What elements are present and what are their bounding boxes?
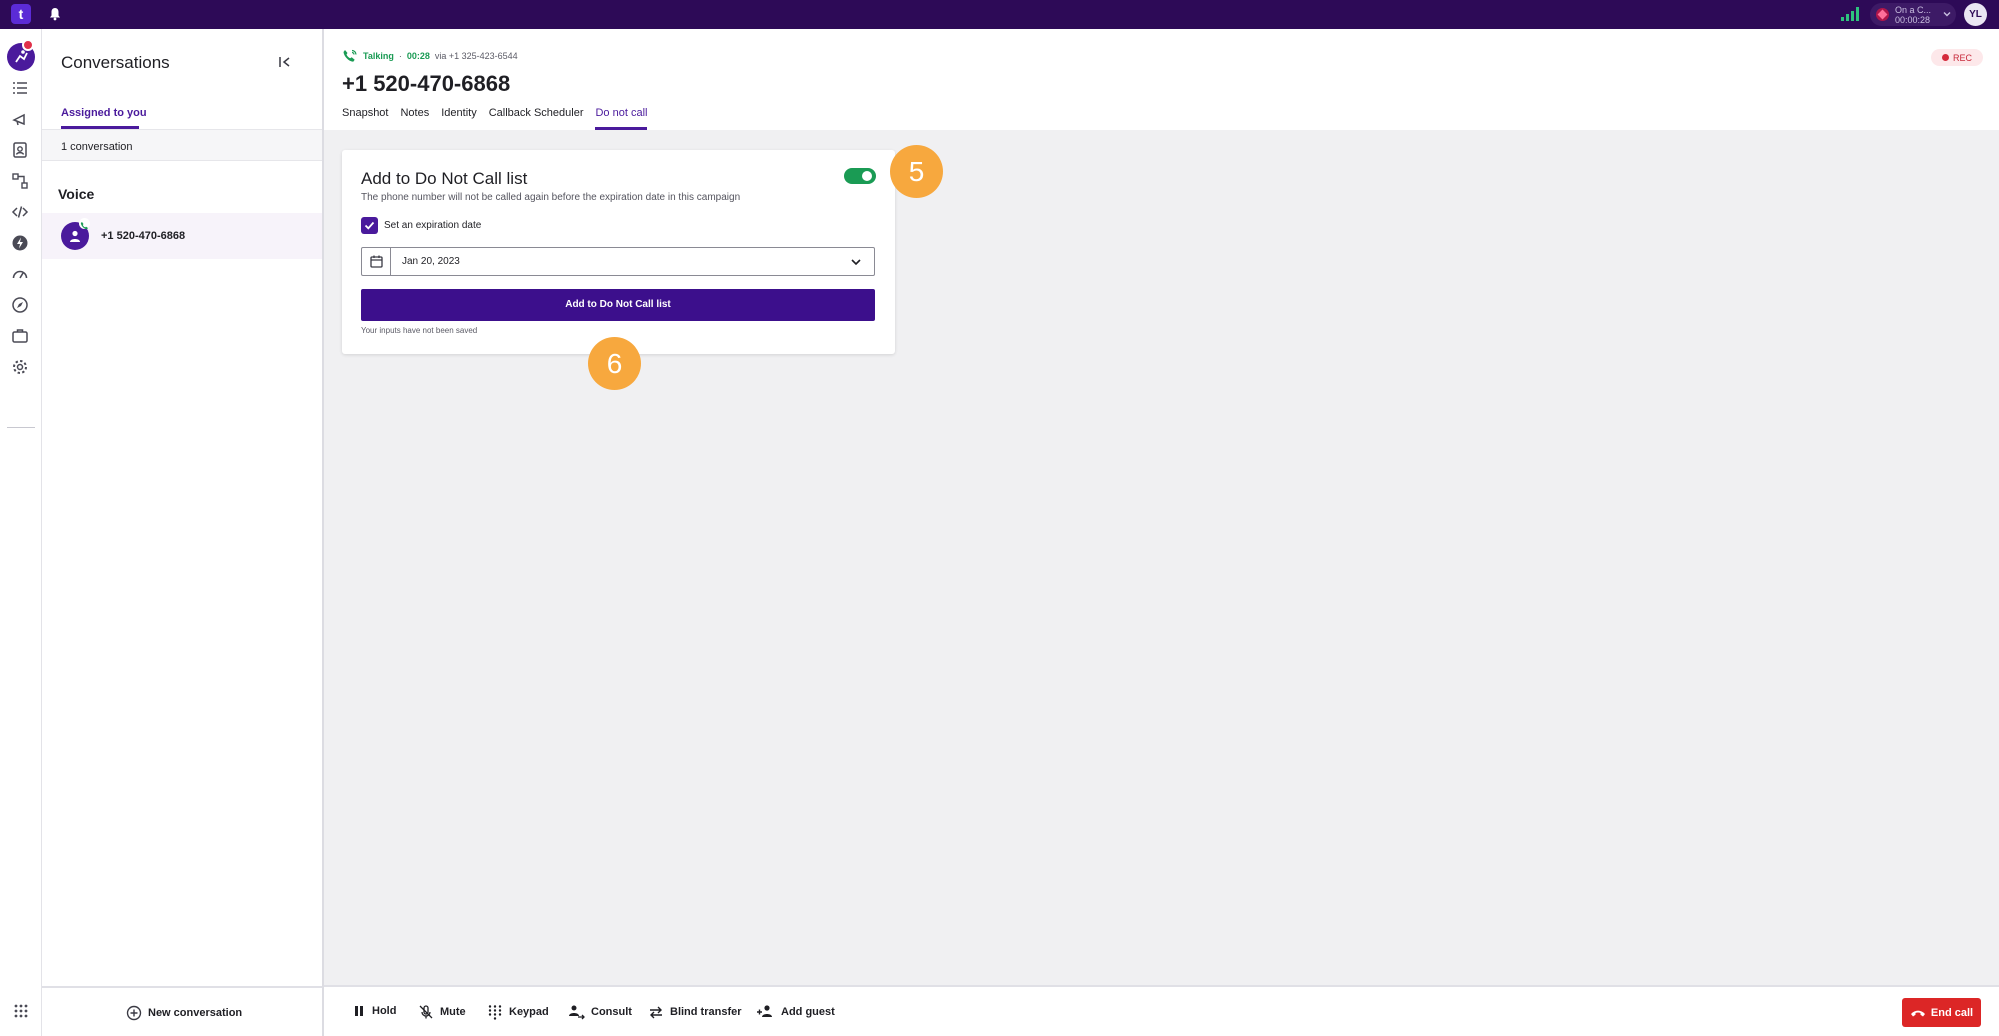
keypad-button[interactable]: Keypad — [487, 1004, 549, 1020]
section-heading-voice: Voice — [58, 186, 95, 202]
consult-icon — [569, 1005, 585, 1020]
expiration-date-picker[interactable]: Jan 20, 2023 — [361, 247, 875, 276]
call-status-row: Talking · 00:28 via +1 325-423-6544 — [342, 49, 518, 63]
calendar-icon — [370, 255, 383, 268]
call-via-number: via +1 325-423-6544 — [434, 51, 518, 61]
add-guest-icon — [757, 1005, 772, 1017]
compass-icon[interactable] — [11, 296, 29, 314]
code-icon[interactable] — [11, 203, 29, 221]
left-nav-rail — [0, 29, 42, 1036]
unsaved-note: Your inputs have not been saved — [361, 326, 478, 335]
chevron-down-icon — [1943, 12, 1951, 17]
mute-label: Mute — [440, 1006, 466, 1018]
status-indicator-icon — [1876, 8, 1889, 21]
panel-footer: New conversation — [42, 986, 322, 1036]
checkbox-label: Set an expiration date — [384, 220, 482, 231]
panel-title: Conversations — [61, 53, 170, 72]
person-icon — [70, 230, 80, 242]
tab-callback-scheduler[interactable]: Callback Scheduler — [489, 107, 584, 130]
conversation-count: 1 conversation — [61, 141, 133, 153]
blind-transfer-button[interactable]: Blind transfer — [648, 1004, 742, 1020]
card-description: The phone number will not be called agai… — [361, 192, 741, 203]
rail-divider — [7, 427, 35, 428]
campaign-icon[interactable] — [11, 110, 29, 128]
mic-off-icon — [419, 1005, 433, 1019]
date-value: Jan 20, 2023 — [402, 256, 460, 267]
new-conversation-button[interactable]: New conversation — [126, 1004, 242, 1022]
end-call-button[interactable]: End call — [1902, 998, 1981, 1027]
do-not-call-card: Add to Do Not Call list The phone number… — [342, 150, 895, 354]
apps-grid-icon[interactable] — [13, 1003, 29, 1019]
call-duration: 00:28 — [406, 51, 430, 61]
briefcase-icon[interactable] — [11, 327, 29, 345]
signal-strength-icon — [1841, 7, 1859, 21]
plus-circle-icon — [126, 1005, 142, 1021]
list-icon[interactable] — [11, 79, 29, 97]
chevron-down-icon — [851, 259, 861, 266]
hang-up-icon — [1910, 1010, 1925, 1016]
hold-button[interactable]: Hold — [352, 1004, 396, 1018]
call-controls-bar: Hold Mute Keypad Consult Blind transfer — [324, 985, 1999, 1036]
page-title: +1 520-470-6868 — [342, 71, 511, 96]
tab-assigned-to-you[interactable]: Assigned to you — [61, 107, 147, 119]
expiration-date-checkbox[interactable] — [361, 217, 378, 234]
keypad-label: Keypad — [509, 1006, 549, 1018]
call-header: Talking · 00:28 via +1 325-423-6544 +1 5… — [324, 29, 1999, 130]
add-guest-label: Add guest — [781, 1006, 835, 1018]
consult-button[interactable]: Consult — [568, 1004, 632, 1020]
hold-label: Hold — [372, 1005, 397, 1017]
add-to-dnc-button[interactable]: Add to Do Not Call list — [361, 289, 875, 321]
call-status: Talking — [363, 51, 394, 61]
call-tabs: Snapshot Notes Identity Callback Schedul… — [342, 107, 648, 130]
collapse-panel-icon[interactable] — [278, 55, 292, 69]
status-label: On a C... — [1895, 5, 1932, 15]
phone-active-icon — [343, 49, 357, 62]
list-item[interactable]: +1 520-470-6868 — [42, 213, 322, 259]
conversation-phone-number: +1 520-470-6868 — [101, 230, 186, 242]
tab-notes[interactable]: Notes — [400, 107, 429, 130]
user-avatar[interactable]: YL — [1964, 3, 1987, 26]
do-not-call-toggle[interactable] — [844, 168, 876, 184]
app-logo[interactable]: t — [11, 4, 31, 24]
mute-button[interactable]: Mute — [418, 1004, 466, 1020]
pause-icon — [355, 1006, 363, 1016]
lightning-icon[interactable] — [11, 234, 29, 252]
tab-snapshot[interactable]: Snapshot — [342, 107, 388, 130]
calendar-button[interactable] — [362, 248, 391, 275]
new-conversation-label: New conversation — [148, 1007, 243, 1019]
conversations-panel: Conversations Assigned to you 1 conversa… — [42, 29, 324, 1036]
toggle-knob — [862, 171, 872, 181]
tab-identity[interactable]: Identity — [441, 107, 476, 130]
consult-label: Consult — [591, 1006, 632, 1018]
phone-badge-icon — [79, 218, 90, 230]
status-timer: 00:00:28 — [1895, 15, 1931, 25]
transfer-icon — [650, 1006, 662, 1019]
bell-icon[interactable] — [47, 6, 63, 22]
workflow-icon[interactable] — [11, 172, 29, 190]
conversation-count-row: 1 conversation — [42, 129, 322, 161]
recording-badge: REC — [1931, 49, 1983, 66]
checkmark-icon — [364, 221, 375, 230]
step-marker-5: 5 — [890, 145, 943, 198]
notification-badge — [22, 39, 34, 51]
gear-icon[interactable] — [11, 358, 29, 376]
contacts-icon[interactable] — [11, 141, 29, 159]
recording-label: REC — [1952, 52, 1972, 63]
end-call-label: End call — [1930, 1006, 1974, 1019]
tab-do-not-call[interactable]: Do not call — [595, 107, 648, 130]
agent-status-dropdown[interactable]: On a C... 00:00:28 — [1870, 3, 1956, 26]
blind-transfer-label: Blind transfer — [670, 1006, 742, 1018]
add-guest-button[interactable]: Add guest — [756, 1004, 835, 1020]
top-bar: t On a C... 00:00:28 YL — [0, 0, 1999, 29]
status-separator: · — [398, 51, 402, 61]
dashboard-icon[interactable] — [11, 265, 29, 283]
step-marker-6: 6 — [588, 337, 641, 390]
record-dot-icon — [1941, 54, 1949, 61]
keypad-icon — [488, 1005, 502, 1020]
card-title: Add to Do Not Call list — [361, 169, 528, 188]
